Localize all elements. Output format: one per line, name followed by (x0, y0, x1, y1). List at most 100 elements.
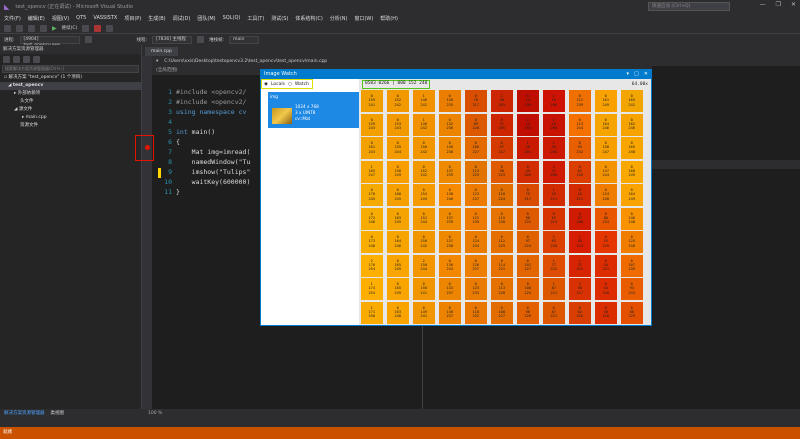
pixel-cell[interactable]: 0 42 211 (569, 184, 591, 206)
pixel-cell[interactable]: 0 138 246 (439, 184, 461, 206)
pixel-cell[interactable]: 0 160 245 (387, 184, 409, 206)
collapse-icon[interactable] (23, 55, 30, 63)
pixel-cell[interactable]: 0 170 245 (361, 184, 383, 206)
code-line[interactable]: 7 Mat img=imread( (152, 147, 250, 157)
code-line[interactable]: 4 (152, 117, 176, 127)
file-dropdown-icon[interactable]: ▾ (156, 59, 158, 64)
process-select[interactable]: [4904] test_opencv.exe (19, 35, 80, 48)
pixel-cell[interactable]: 0 123 237 (465, 184, 487, 206)
save-icon[interactable] (28, 24, 35, 32)
stack-frame-select[interactable]: main (229, 35, 260, 44)
code-line[interactable]: 5 int main() (152, 127, 215, 137)
flag-icon[interactable] (197, 36, 205, 43)
menu-item[interactable]: 文件(F) (4, 15, 21, 22)
pixel-cell[interactable]: 0 14 190 (517, 90, 539, 112)
code-line[interactable]: 8 namedWindow("Tu (152, 157, 250, 167)
pixel-cell[interactable]: 1 77 222 (543, 254, 565, 277)
pixel-cell[interactable]: 0 106 227 (465, 137, 487, 159)
pixel-cell[interactable]: 0 165 249 (387, 254, 409, 277)
image-list-item[interactable]: 1024 x 768 3 x UINT8 cv::Mat (268, 101, 359, 128)
lifecycle-icon[interactable] (84, 36, 92, 43)
pixel-cell[interactable]: 0 37 205 (491, 113, 513, 136)
pixel-cell[interactable]: 0 146 248 (621, 207, 643, 230)
pixel-cell[interactable]: 0 165 249 (387, 278, 409, 300)
pixel-cell[interactable]: 0 173 248 (361, 231, 383, 253)
maximize-button[interactable]: ❐ (776, 1, 781, 8)
pixel-cell[interactable]: 0 158 249 (387, 160, 409, 183)
forward-icon[interactable] (16, 24, 23, 32)
pixel-cell[interactable]: 0 124 234 (465, 231, 487, 253)
pixel-cell[interactable]: 2 150 244 (413, 254, 435, 277)
pixel-cell[interactable]: 1 174 254 (361, 278, 383, 300)
radio-locals-icon[interactable]: ◉ (264, 82, 268, 87)
pixel-cell[interactable]: 0 45 209 (517, 160, 539, 183)
pixel-cell[interactable]: 1 38 203 (491, 90, 513, 112)
home-icon[interactable] (3, 55, 10, 63)
menu-item[interactable]: QT5 (76, 15, 86, 21)
pixel-cell[interactable]: 0 62 220 (569, 160, 591, 183)
tree-item-external-deps[interactable]: ▸ 外部依赖项 (0, 90, 141, 98)
pixel-cell[interactable]: 0 100 225 (517, 278, 539, 300)
stop-icon[interactable] (94, 24, 102, 32)
code-line[interactable]: 1 #include <opencv2/ (152, 87, 246, 97)
pixel-cell[interactable]: 1 146 242 (413, 90, 435, 112)
pixel-cell[interactable]: 0 112 229 (491, 231, 513, 253)
pixel-cell[interactable]: 0 115 225 (465, 160, 487, 183)
solution-search-input[interactable]: 搜索解决方案资源管理器(Ctrl+;) (2, 65, 139, 73)
menu-item[interactable]: 团队(M) (197, 15, 215, 22)
menu-item[interactable]: 体系结构(C) (295, 15, 322, 22)
menu-item[interactable]: 调试(D) (173, 15, 191, 22)
menu-item[interactable]: SQL(Q) (223, 15, 241, 21)
quick-launch-input[interactable]: 快速启动 (Ctrl+Q) (648, 2, 730, 11)
pixel-cell[interactable]: 0 155 244 (387, 137, 409, 159)
code-line[interactable]: 10 waitKey(600000) (152, 177, 250, 187)
pixel-cell[interactable]: 0 158 247 (595, 137, 617, 159)
pixel-cell[interactable]: 0 115 230 (491, 207, 513, 230)
pixel-cell[interactable]: 0 126 237 (465, 254, 487, 277)
pixel-cell[interactable]: 0 137 239 (439, 207, 461, 230)
pixel-cell[interactable]: 0 107 239 (621, 254, 643, 277)
pixel-cell[interactable]: 0 122 239 (465, 207, 487, 230)
pixel-cell[interactable]: 0 125 240 (621, 231, 643, 253)
pixel-cell[interactable]: 0 159 241 (361, 90, 383, 112)
continue-play-icon[interactable]: ▶ (52, 25, 57, 32)
pixel-cell[interactable]: 0 168 249 (621, 160, 643, 183)
watch-label[interactable]: Watch (295, 82, 309, 87)
menu-item[interactable]: 测试(S) (271, 15, 288, 22)
tree-item-solution[interactable]: ▫ 解决方案 "test_opencv" (1 个项目) (0, 74, 141, 82)
tree-item-project[interactable]: ◢ test_opencv (0, 82, 141, 90)
menu-item[interactable]: 帮助(H) (380, 15, 398, 22)
pixel-cell[interactable]: 0 149 241 (413, 301, 435, 324)
menu-item[interactable]: 生成(B) (148, 15, 165, 22)
pixel-cell[interactable]: 1 171 250 (361, 301, 383, 324)
pixel-grid[interactable]: 0 159 241 0 152 242 1 146 242 0 126 235 0 78… (361, 90, 647, 325)
pixel-cell[interactable]: 0 150 242 (413, 231, 435, 253)
close-icon[interactable]: ✕ (644, 70, 648, 79)
pixel-cell[interactable]: 0 124 240 (595, 184, 617, 206)
pixel-cell[interactable]: 0 130 237 (439, 301, 461, 324)
pixel-cell[interactable]: 0 86 233 (595, 207, 617, 230)
pixel-cell[interactable]: 2 19 206 (543, 90, 565, 112)
editor-gutter[interactable] (142, 45, 152, 419)
pixel-cell[interactable]: 0 95 232 (569, 137, 591, 159)
code-line[interactable]: 2 #include <opencv2/ (152, 97, 246, 107)
properties-icon[interactable] (33, 55, 40, 63)
pixel-cell[interactable]: 2 27 206 (543, 160, 565, 183)
pixel-cell[interactable]: 0 27 208 (569, 207, 591, 230)
pixel-cell[interactable]: 0 136 243 (439, 254, 461, 277)
pixel-cell[interactable]: 0 164 249 (621, 184, 643, 206)
radio-watch-icon[interactable]: ○ (288, 82, 292, 87)
menu-item[interactable]: 工具(T) (247, 15, 264, 22)
file-path[interactable]: C:\Users\xxis\Desktop\testopencv3.2\test… (164, 59, 327, 64)
pixel-cell[interactable]: 0 163 248 (387, 301, 409, 324)
pixel-cell[interactable]: 0 159 243 (361, 113, 383, 136)
pixel-cell[interactable]: 0 90 222 (517, 207, 539, 230)
pixel-cell[interactable]: 0 101 227 (517, 254, 539, 277)
close-button[interactable]: ✕ (791, 1, 796, 8)
pixel-cell[interactable]: 1 26 203 (543, 137, 565, 159)
pixel-cell[interactable]: 0 44 221 (595, 254, 617, 277)
restart-icon[interactable] (106, 24, 114, 32)
tree-item-main-cpp[interactable]: ▸ main.cpp (0, 114, 141, 122)
pixel-cell[interactable]: 0 150 242 (413, 137, 435, 159)
pixel-cell[interactable]: 0 136 238 (439, 137, 461, 159)
